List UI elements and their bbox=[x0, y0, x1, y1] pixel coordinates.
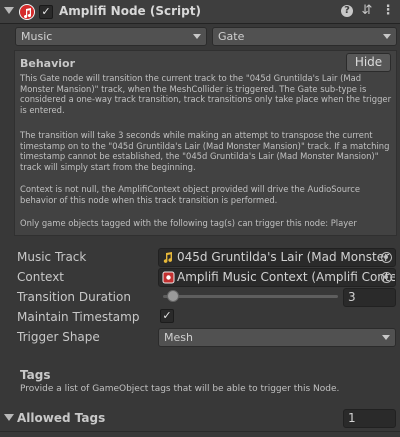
trigger-shape-label: Trigger Shape bbox=[17, 330, 100, 344]
context-value: Amplifi Music Context (Amplifi Conte bbox=[177, 270, 396, 284]
foldout-arrow-icon[interactable] bbox=[4, 414, 14, 421]
music-track-field[interactable]: 045d Gruntilda's Lair (Mad Monster bbox=[158, 248, 396, 267]
maintain-timestamp-checkbox[interactable]: ✓ bbox=[160, 309, 174, 323]
tags-description: Provide a list of GameObject tags that w… bbox=[20, 384, 340, 394]
help-icon[interactable]: ? bbox=[341, 5, 353, 17]
node-type-dropdown-value: Gate bbox=[218, 30, 245, 43]
context-label: Context bbox=[17, 270, 65, 284]
maintain-timestamp-label: Maintain Timestamp bbox=[17, 310, 140, 324]
object-picker-icon[interactable] bbox=[381, 252, 392, 263]
behavior-paragraph: Only game objects tagged with the follow… bbox=[20, 218, 357, 228]
trigger-shape-value: Mesh bbox=[164, 331, 193, 344]
component-enabled-checkbox[interactable]: ✓ bbox=[39, 5, 53, 19]
behavior-paragraph: Context is not null, the AmplifiContext … bbox=[20, 184, 361, 205]
context-object-icon bbox=[162, 271, 175, 284]
category-dropdown[interactable]: Music bbox=[15, 27, 207, 46]
hide-button[interactable]: Hide bbox=[346, 53, 391, 72]
transition-duration-slider[interactable] bbox=[163, 295, 338, 298]
context-field[interactable]: Amplifi Music Context (Amplifi Conte bbox=[158, 268, 396, 287]
chevron-down-icon bbox=[383, 34, 391, 39]
behavior-paragraph: This Gate node will transition the curre… bbox=[20, 73, 392, 116]
presets-icon[interactable]: ⇵ bbox=[359, 3, 375, 19]
behavior-paragraph: The transition will take 3 seconds while… bbox=[20, 130, 390, 173]
component-title: Amplifi Node (Script) bbox=[59, 4, 201, 18]
object-picker-icon[interactable] bbox=[381, 272, 392, 283]
list-divider bbox=[0, 431, 400, 432]
music-track-label: Music Track bbox=[17, 250, 87, 264]
node-type-dropdown[interactable]: Gate bbox=[212, 27, 397, 46]
transition-duration-label: Transition Duration bbox=[17, 290, 131, 304]
chevron-down-icon bbox=[382, 335, 390, 340]
foldout-arrow-icon[interactable] bbox=[4, 7, 14, 14]
behavior-title: Behavior bbox=[20, 57, 76, 70]
trigger-shape-dropdown[interactable]: Mesh bbox=[158, 328, 396, 347]
transition-duration-input[interactable]: 3 bbox=[343, 288, 396, 307]
allowed-tags-count[interactable]: 1 bbox=[343, 409, 396, 428]
chevron-down-icon bbox=[193, 34, 201, 39]
category-dropdown-value: Music bbox=[21, 30, 53, 43]
tags-title: Tags bbox=[20, 368, 51, 382]
music-track-value: 045d Gruntilda's Lair (Mad Monster bbox=[177, 250, 390, 264]
context-menu-icon[interactable]: ⋮ bbox=[381, 3, 395, 19]
audio-clip-icon bbox=[163, 252, 173, 263]
allowed-tags-label[interactable]: Allowed Tags bbox=[17, 411, 105, 425]
slider-handle[interactable] bbox=[167, 290, 179, 302]
amplifi-node-icon bbox=[19, 4, 35, 20]
